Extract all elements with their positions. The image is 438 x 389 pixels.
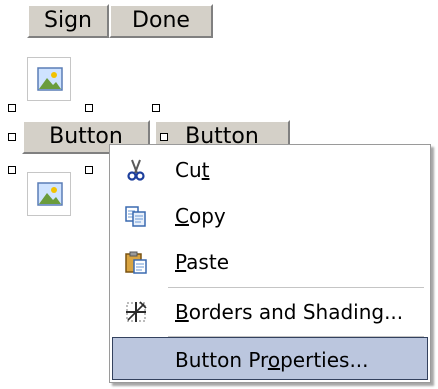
menu-item-paste[interactable]: Paste — [112, 239, 428, 285]
menu-label-cut: Cut — [175, 158, 210, 182]
menu-label-button-properties: Button Properties... — [175, 348, 369, 372]
selection-handle[interactable] — [8, 104, 16, 112]
copy-icon — [124, 204, 148, 228]
menu-label-copy: Copy — [175, 204, 226, 228]
menu-item-borders-and-shading[interactable]: Borders and Shading... — [112, 289, 428, 335]
menu-label-borders-and-shading: Borders and Shading... — [175, 300, 404, 324]
menu-label-paste: Paste — [175, 250, 229, 274]
picture-icon — [37, 67, 63, 91]
selection-handle[interactable] — [152, 104, 160, 112]
selection-handle[interactable] — [85, 166, 93, 174]
menu-separator — [168, 287, 424, 288]
borders-icon — [124, 300, 148, 324]
menu-item-copy[interactable]: Copy — [112, 193, 428, 239]
picture-icon — [37, 182, 63, 206]
menu-item-button-properties[interactable]: Button Properties... — [112, 337, 428, 380]
image-placeholder-1[interactable] — [27, 57, 71, 101]
selection-handle[interactable] — [8, 166, 16, 174]
context-menu: Cut Copy Paste Borders and Shading... Bu… — [109, 144, 431, 383]
paste-icon — [124, 250, 148, 274]
sign-button[interactable]: Sign — [27, 4, 109, 38]
scissors-icon — [124, 158, 148, 182]
menu-item-cut[interactable]: Cut — [112, 147, 428, 193]
selection-handle[interactable] — [160, 133, 168, 141]
selection-handle[interactable] — [85, 104, 93, 112]
image-placeholder-2[interactable] — [27, 172, 71, 216]
selection-handle[interactable] — [8, 133, 16, 141]
done-button[interactable]: Done — [109, 4, 213, 38]
